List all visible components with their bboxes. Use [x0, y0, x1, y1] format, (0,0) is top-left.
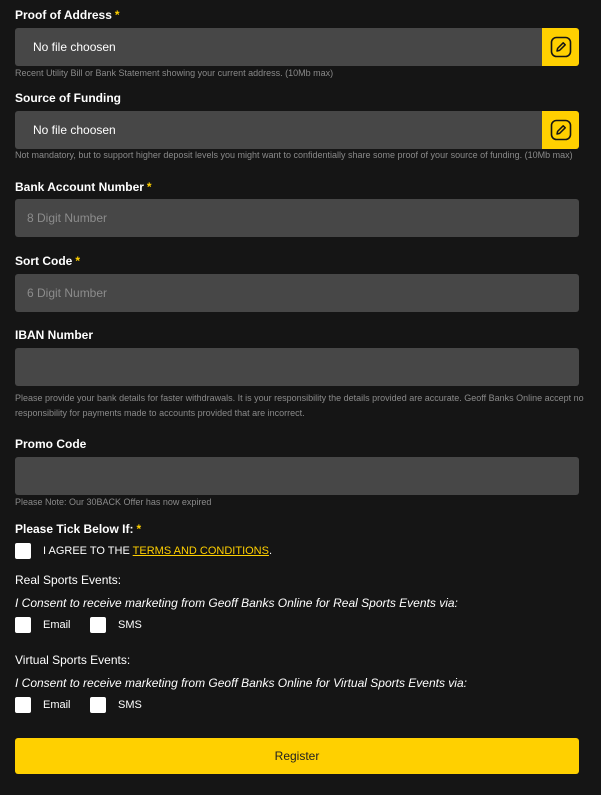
source-of-funding-help: Not mandatory, but to support higher dep… [15, 150, 573, 160]
terms-checkbox[interactable] [15, 543, 31, 559]
iban-help-line-1: Please provide your bank details for fas… [15, 393, 584, 403]
terms-agree-prefix: I AGREE TO THE [43, 545, 130, 557]
required-marker: * [136, 522, 142, 536]
real-sports-email-label: Email [43, 619, 71, 631]
iban-input[interactable] [15, 348, 579, 386]
edit-icon [550, 119, 571, 141]
terms-section-label: Please Tick Below If: * [15, 522, 141, 536]
required-marker: * [75, 254, 81, 268]
real-sports-sms-label: SMS [118, 619, 142, 631]
source-of-funding-file-picker[interactable]: No file choosen [15, 111, 579, 149]
register-button[interactable]: Register [15, 738, 579, 774]
proof-of-address-label-text: Proof of Address [15, 8, 112, 22]
source-of-funding-file-status: No file choosen [15, 111, 542, 149]
terms-and-conditions-link[interactable]: TERMS AND CONDITIONS [133, 545, 269, 557]
virtual-sports-email-checkbox[interactable] [15, 697, 31, 713]
real-sports-label: Real Sports Events: [15, 573, 122, 587]
real-sports-consent-text: I Consent to receive marketing from Geof… [15, 596, 458, 610]
source-of-funding-label: Source of Funding [15, 91, 121, 105]
promo-code-input[interactable] [15, 457, 579, 495]
proof-of-address-file-status: No file choosen [15, 28, 542, 66]
bank-account-label: Bank Account Number * [15, 180, 152, 194]
iban-label: IBAN Number [15, 328, 94, 342]
terms-agree-text: I AGREE TO THE TERMS AND CONDITIONS. [43, 545, 272, 557]
proof-of-address-help: Recent Utility Bill or Bank Statement sh… [15, 68, 334, 78]
promo-code-field [15, 457, 579, 495]
edit-icon [550, 36, 571, 58]
required-marker: * [114, 8, 120, 22]
virtual-sports-sms-label: SMS [118, 699, 142, 711]
promo-code-label: Promo Code [15, 437, 87, 451]
virtual-sports-consent-text: I Consent to receive marketing from Geof… [15, 676, 467, 690]
terms-suffix: . [268, 545, 273, 557]
bank-account-field [15, 199, 579, 237]
proof-of-address-file-picker[interactable]: No file choosen [15, 28, 579, 66]
iban-field [15, 348, 579, 386]
source-of-funding-edit-button[interactable] [542, 111, 579, 149]
sort-code-label: Sort Code * [15, 254, 80, 268]
virtual-sports-sms-checkbox[interactable] [90, 697, 106, 713]
bank-account-label-text: Bank Account Number [15, 180, 144, 194]
proof-of-address-label: Proof of Address * [15, 8, 120, 22]
sort-code-label-text: Sort Code [15, 254, 73, 268]
sort-code-field [15, 274, 579, 312]
real-sports-sms-checkbox[interactable] [90, 617, 106, 633]
iban-help-line-2: responsibility for payments made to acco… [15, 408, 305, 418]
virtual-sports-email-label: Email [43, 699, 71, 711]
proof-of-address-edit-button[interactable] [542, 28, 579, 66]
terms-section-label-text: Please Tick Below If: [15, 522, 134, 536]
virtual-sports-label: Virtual Sports Events: [15, 653, 131, 667]
sort-code-input[interactable] [15, 274, 579, 312]
real-sports-email-checkbox[interactable] [15, 617, 31, 633]
promo-code-help: Please Note: Our 30BACK Offer has now ex… [15, 497, 212, 507]
bank-account-input[interactable] [15, 199, 579, 237]
required-marker: * [146, 180, 152, 194]
